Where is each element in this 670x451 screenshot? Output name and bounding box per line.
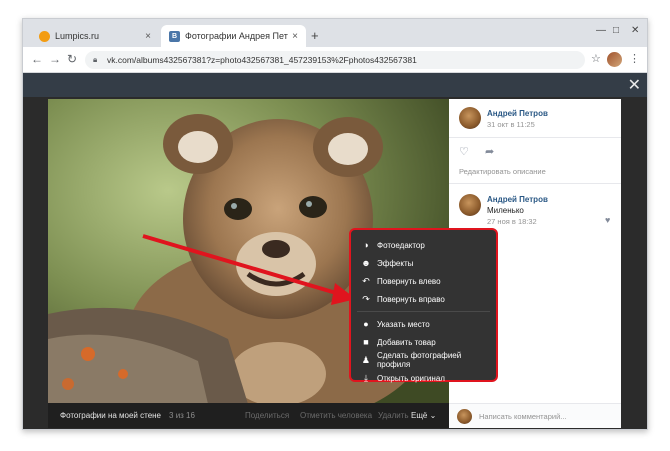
- menu-item-open-original[interactable]: ⤓ Открыть оригинал: [351, 369, 496, 387]
- menu-item-location[interactable]: ● Указать место: [351, 315, 496, 333]
- menu-item-rotate-right[interactable]: ↷ Повернуть вправо: [351, 290, 496, 308]
- commenter-avatar[interactable]: [459, 194, 481, 216]
- comment-date[interactable]: 27 ноя в 18:32: [487, 217, 537, 226]
- author-avatar[interactable]: [459, 107, 481, 129]
- more-button[interactable]: Ещё ⌄: [411, 411, 436, 420]
- comment-text: Миленько: [487, 206, 524, 215]
- address-bar[interactable]: 🔒︎ vk.com/albums432567381?z=photo4325673…: [85, 51, 585, 69]
- reload-icon[interactable]: ↻: [67, 52, 77, 66]
- lock-icon: 🔒︎: [93, 55, 98, 64]
- divider: [449, 137, 621, 138]
- tab-vk-photos[interactable]: B Фотографии Андрея Петрова - ×: [161, 25, 306, 47]
- effects-icon: ☻: [361, 258, 371, 268]
- browser-toolbar: ← → ↻ 🔒︎ vk.com/albums432567381?z=photo4…: [23, 47, 647, 73]
- tag-person-button[interactable]: Отметить человека: [300, 411, 372, 420]
- menu-separator: [357, 311, 490, 312]
- menu-item-label: Сделать фотографией профиля: [376, 351, 462, 369]
- menu-item-label: Эффекты: [377, 258, 414, 268]
- menu-item-add-product[interactable]: ■ Добавить товар: [351, 333, 496, 351]
- menu-item-rotate-left[interactable]: ↶ Повернуть влево: [351, 272, 496, 290]
- add-product-icon: ■: [363, 337, 369, 347]
- vk-header-dimmed: [23, 73, 647, 97]
- my-avatar: [457, 409, 472, 424]
- viewer-close-icon[interactable]: ✕: [628, 75, 641, 95]
- menu-item-label: Открыть оригинал: [377, 373, 445, 383]
- menu-dots-icon[interactable]: ⋮: [629, 52, 640, 65]
- divider: [449, 183, 621, 184]
- vk-favicon-icon: B: [169, 30, 180, 42]
- tab-bar: Lumpics.ru × B Фотографии Андрея Петрова…: [23, 19, 647, 47]
- share-arrow-icon[interactable]: ➦: [485, 145, 494, 158]
- comment-input[interactable]: Написать комментарий...: [479, 412, 567, 421]
- edit-description-link[interactable]: Редактировать описание: [459, 167, 546, 176]
- rotate-left-icon: ↶: [362, 275, 370, 286]
- back-arrow-icon[interactable]: ←: [31, 52, 43, 66]
- maximize-button[interactable]: □: [613, 25, 619, 36]
- menu-item-label: Добавить товар: [377, 337, 436, 347]
- profile-icon: ♟: [361, 354, 370, 365]
- comment-like-icon[interactable]: ♥: [605, 215, 610, 225]
- photo-counter: 3 из 16: [169, 411, 195, 420]
- forward-arrow-icon[interactable]: →: [49, 52, 61, 66]
- url-text: vk.com/albums432567381?z=photo432567381_…: [107, 55, 417, 65]
- menu-item-label: Указать место: [377, 319, 430, 329]
- tab-label: Фотографии Андрея Петрова -: [185, 31, 288, 41]
- browser-window: Lumpics.ru × B Фотографии Андрея Петрова…: [22, 18, 648, 430]
- rotate-right-icon: ↷: [362, 293, 370, 304]
- like-heart-icon[interactable]: ♡: [459, 145, 469, 158]
- photo-bottom-bar: Фотографии на моей стене 3 из 16 Поделит…: [48, 403, 449, 428]
- comment-input-area: Написать комментарий...: [449, 403, 621, 428]
- bookmark-star-icon[interactable]: ☆: [591, 52, 601, 65]
- new-tab-button[interactable]: +: [311, 28, 319, 43]
- commenter-name[interactable]: Андрей Петров: [487, 195, 548, 204]
- window-close-button[interactable]: ✕: [631, 25, 639, 36]
- author-date[interactable]: 31 окт в 11:25: [487, 120, 535, 129]
- photo-viewer-overlay: ✕ Фотографии на моей стене 3 из 16 Подел…: [23, 73, 647, 429]
- download-icon: ⤓: [364, 372, 368, 383]
- menu-item-effects[interactable]: ☻ Эффекты: [351, 254, 496, 272]
- menu-item-label: Повернуть влево: [377, 276, 441, 286]
- author-name[interactable]: Андрей Петров: [487, 109, 548, 118]
- menu-item-label: Повернуть вправо: [377, 294, 445, 304]
- minimize-button[interactable]: —: [596, 25, 606, 36]
- tab-close-icon[interactable]: ×: [145, 31, 151, 42]
- menu-item-label: Фотоедактор: [377, 240, 425, 250]
- delete-button[interactable]: Удалить: [378, 411, 409, 420]
- menu-item-set-profile-photo[interactable]: ♟ Сделать фотографией профиля: [351, 351, 496, 369]
- profile-avatar[interactable]: [607, 52, 622, 67]
- tab-close-icon[interactable]: ×: [292, 31, 298, 42]
- share-button[interactable]: Поделиться: [245, 411, 289, 420]
- tab-label: Lumpics.ru: [55, 31, 100, 41]
- lumpics-favicon-icon: [39, 30, 50, 42]
- photo-editor-icon: ◑: [363, 240, 369, 250]
- menu-item-photo-editor[interactable]: ◑ Фотоедактор: [351, 236, 496, 254]
- album-caption[interactable]: Фотографии на моей стене: [60, 411, 161, 420]
- location-pin-icon: ●: [363, 319, 369, 329]
- tab-lumpics[interactable]: Lumpics.ru ×: [31, 25, 159, 47]
- more-actions-menu: ◑ Фотоедактор ☻ Эффекты ↶ Повернуть влев…: [349, 228, 498, 383]
